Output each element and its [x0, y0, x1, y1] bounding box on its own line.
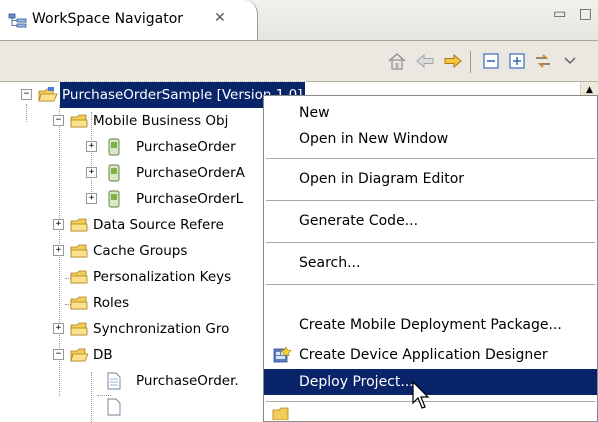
- folder-icon: [70, 296, 88, 310]
- expand-all-icon[interactable]: [506, 51, 528, 71]
- tree-item-label: Roles: [93, 295, 130, 311]
- maximize-icon[interactable]: □: [579, 6, 592, 22]
- menu-item-create-mobile-deployment-package[interactable]: Create Mobile Deployment Package...: [264, 312, 597, 338]
- menu-item-generate-code[interactable]: Generate Code...: [264, 208, 597, 234]
- tree-connector: [26, 104, 27, 122]
- home-icon[interactable]: [386, 51, 408, 71]
- tree-item-label: Synchronization Gro: [93, 321, 230, 337]
- menu-separator: [266, 200, 595, 202]
- menu-item-label: Deploy Project...: [299, 374, 414, 390]
- folder-icon: [70, 244, 88, 258]
- menu-item-label: Create Device Application Designer: [299, 347, 548, 363]
- link-with-editor-icon[interactable]: [532, 51, 554, 71]
- forward-arrow-icon[interactable]: [442, 51, 464, 71]
- expand-toggle[interactable]: +: [53, 323, 64, 334]
- tree-item-label: PurchaseOrderL: [136, 191, 244, 207]
- mbo-icon: [108, 164, 120, 182]
- tree-item-label: PurchaseOrder: [136, 139, 236, 155]
- folder-open-icon: [70, 348, 88, 362]
- menu-item-open-diagram-editor[interactable]: Open in Diagram Editor: [264, 166, 597, 192]
- minimize-icon[interactable]: ▭: [553, 6, 566, 22]
- menu-item-create-device-application-designer[interactable]: Create Device Application Designer: [264, 342, 597, 368]
- collapse-toggle[interactable]: −: [53, 115, 64, 126]
- menu-item-label: Open in New Window: [299, 131, 449, 147]
- collapse-toggle[interactable]: −: [53, 349, 64, 360]
- expand-toggle[interactable]: +: [86, 167, 97, 178]
- collapse-toggle[interactable]: −: [21, 89, 32, 100]
- view-title: WorkSpace Navigator: [32, 11, 184, 27]
- menu-item-label: Open in Diagram Editor: [299, 171, 465, 187]
- tree-connector: [97, 395, 111, 396]
- menu-item-label: Create Mobile Deployment Package...: [299, 317, 562, 333]
- close-icon[interactable]: ✕: [214, 10, 226, 26]
- expand-toggle[interactable]: +: [53, 245, 64, 256]
- project-folder-icon: [38, 87, 58, 102]
- context-menu: New Open in New Window Open in Diagram E…: [263, 95, 598, 422]
- menu-item-open-new-window[interactable]: Open in New Window: [264, 126, 597, 152]
- menu-item-label: New: [299, 105, 330, 121]
- expand-toggle[interactable]: +: [86, 193, 97, 204]
- back-arrow-icon[interactable]: [414, 51, 436, 71]
- menu-separator: [266, 284, 595, 286]
- mbo-icon: [108, 138, 120, 156]
- folder-icon: [70, 270, 88, 284]
- folder-icon: [70, 114, 88, 128]
- mouse-cursor-icon: [412, 381, 430, 409]
- view-tab-bar: WorkSpace Navigator ✕ ▭ □: [0, 0, 598, 41]
- tree-item-label: Personalization Keys: [93, 269, 232, 285]
- collapse-all-icon[interactable]: [480, 51, 502, 71]
- menu-item-label: Search...: [299, 255, 361, 271]
- tree-item-label: Mobile Business Obj: [93, 113, 229, 129]
- file-icon: [107, 398, 121, 416]
- tree-item-label: PurchaseOrderA: [136, 165, 245, 181]
- tree-item-label: PurchaseOrder.: [136, 373, 239, 389]
- device-designer-icon: [273, 346, 292, 363]
- tree-item-label: Data Source Refere: [93, 217, 224, 233]
- view-menu-icon[interactable]: [562, 51, 578, 71]
- file-icon: [107, 372, 121, 390]
- tree-connector: [91, 372, 92, 422]
- menu-item-label: Generate Code...: [299, 213, 419, 229]
- expand-toggle[interactable]: +: [53, 219, 64, 230]
- mbo-icon: [108, 190, 120, 208]
- expand-toggle[interactable]: +: [86, 141, 97, 152]
- menu-separator: [266, 242, 595, 244]
- menu-item-search[interactable]: Search...: [264, 250, 597, 276]
- view-toolbar: [0, 41, 598, 82]
- navigator-icon: [8, 13, 27, 28]
- folder-icon: [70, 322, 88, 336]
- menu-item-new[interactable]: New: [264, 100, 597, 126]
- menu-separator: [266, 158, 595, 160]
- tree-item-label: DB: [93, 347, 113, 363]
- tree-item-label: Cache Groups: [93, 243, 188, 259]
- folder-icon: [272, 407, 289, 420]
- tree-connector: [91, 112, 92, 202]
- folder-icon: [70, 218, 88, 232]
- window-controls: ▭ □: [545, 6, 592, 22]
- workspace-navigator-tab[interactable]: WorkSpace Navigator ✕: [0, 0, 258, 40]
- toolbar-separator: [470, 51, 471, 73]
